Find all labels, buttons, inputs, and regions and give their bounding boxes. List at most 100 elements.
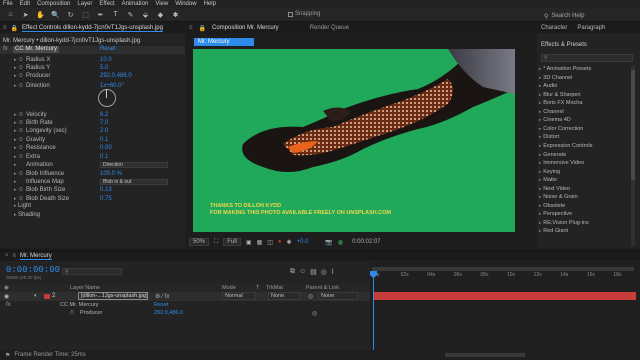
stopwatch-icon[interactable]: ⏱ [19, 154, 23, 160]
effects-category-item[interactable]: ▸ Channel [539, 109, 564, 115]
stopwatch-icon[interactable]: ⏱ [19, 187, 23, 193]
twirl-right-icon[interactable]: ▸ [539, 75, 541, 80]
twirl-right-icon[interactable]: ▸ [539, 228, 541, 233]
selection-tool-icon[interactable]: ➤ [21, 11, 30, 19]
twirl-right-icon[interactable]: ▸ [539, 186, 541, 191]
transparency-grid-icon[interactable]: ▦ [257, 239, 263, 246]
tab-composition[interactable]: Composition Mr. Mercury [212, 25, 279, 31]
prop-value[interactable]: 0.13 [100, 187, 112, 193]
prop-row-longevity-sec[interactable]: ▸ ⏱ Longevity (sec) 2.0 [0, 127, 185, 134]
layer-duration-bar[interactable] [373, 292, 636, 300]
lock-icon[interactable]: 🔒 [11, 25, 18, 32]
twirl-right-icon[interactable]: ▸ [14, 171, 17, 177]
zoom-tool-icon[interactable]: 🔍 [51, 11, 60, 19]
effects-category-item[interactable]: ▸ Color Correction [539, 126, 583, 132]
prop-row-animation[interactable]: ▸ Animation Direction [0, 161, 185, 168]
effects-category-item[interactable]: ▸ Noise & Grain [539, 194, 578, 200]
prop-row-radius-y[interactable]: ▸ ⏱ Radius Y 5.0 [0, 64, 185, 71]
twirl-right-icon[interactable]: ▸ [539, 109, 541, 114]
twirl-right-icon[interactable]: ▸ [14, 137, 17, 143]
column-parent[interactable]: Parent & Link [306, 285, 339, 291]
twirl-right-icon[interactable]: ▸ [14, 179, 17, 185]
snapping-toggle[interactable]: Snapping [288, 11, 320, 17]
effects-search-input[interactable]: ⚲ [541, 54, 633, 62]
twirl-right-icon[interactable]: ▸ [539, 211, 541, 216]
effect-name[interactable]: CC Mr. Mercury [13, 46, 59, 53]
effect-reset-link[interactable]: Reset [100, 46, 116, 52]
effects-category-item[interactable]: ▸ RE:Vision Plug-ins [539, 220, 589, 226]
effects-category-item[interactable]: ▸ 3D Channel [539, 75, 572, 81]
effects-category-item[interactable]: ▸ Red Giant [539, 228, 568, 234]
twirl-right-icon[interactable]: ▸ [14, 212, 17, 218]
layer-row[interactable] [0, 292, 370, 301]
twirl-right-icon[interactable]: ▸ [14, 196, 17, 202]
effects-category-item[interactable]: ▸ Blur & Sharpen [539, 92, 581, 98]
prop-value[interactable]: 292.0,486.0 [100, 73, 132, 79]
timeline-search-input[interactable]: ⚲ [62, 268, 122, 275]
effects-category-item[interactable]: ▸ Boris FX Mocha [539, 100, 582, 106]
pen-tool-icon[interactable]: ✒ [96, 11, 105, 19]
twirl-right-icon[interactable]: ▸ [14, 162, 17, 168]
region-icon[interactable]: ▣ [246, 239, 252, 246]
prop-value[interactable]: 1x+60.0° [100, 83, 124, 89]
prop-row-velocity[interactable]: ▸ ⏱ Velocity 6.2 [0, 111, 185, 118]
prop-row-blob-birth-size[interactable]: ▸ ⏱ Blob Birth Size 0.13 [0, 186, 185, 193]
switches-icons[interactable]: ⚙ ⁄ fx [155, 293, 169, 300]
tab-character[interactable]: Character [541, 25, 567, 31]
prop-row-birth-rate[interactable]: ▸ ⏱ Birth Rate 7.0 [0, 119, 185, 126]
prop-row-blob-death-size[interactable]: ▸ ⏱ Blob Death Size 0.75 [0, 195, 185, 202]
fx-badge[interactable]: fx [3, 46, 8, 52]
type-tool-icon[interactable]: T [111, 11, 120, 18]
twirl-right-icon[interactable]: ▸ [14, 203, 17, 209]
resolution-dropdown[interactable]: Full [223, 238, 241, 246]
effects-category-item[interactable]: ▸ Generate [539, 152, 566, 158]
stopwatch-icon[interactable]: ⏱ [19, 120, 23, 126]
twirl-right-icon[interactable]: ▸ [539, 220, 541, 225]
graph-editor-icon[interactable]: ⌇ [331, 268, 334, 276]
frame-blend-icon[interactable]: ▤ [310, 268, 317, 276]
snapping-checkbox[interactable] [288, 11, 293, 17]
prop-value[interactable]: 7.0 [100, 120, 108, 126]
effects-category-item[interactable]: ▸ Keying [539, 169, 560, 175]
twirl-right-icon[interactable]: ▸ [14, 73, 17, 79]
hand-tool-icon[interactable]: ✋ [36, 11, 45, 19]
stopwatch-icon[interactable]: ⏱ [19, 83, 23, 89]
exposure-icon[interactable]: ✺ [287, 239, 292, 246]
menu-layer[interactable]: Layer [77, 1, 92, 7]
layer-label-color[interactable] [44, 294, 50, 299]
prop-row-influence-map[interactable]: ▸ Influence Map Blob in & out [0, 178, 185, 185]
prop-value[interactable]: 0.1 [100, 154, 108, 160]
twirl-right-icon[interactable]: ▸ [14, 57, 17, 63]
lock-icon[interactable]: 🔒 [199, 25, 206, 32]
menu-composition[interactable]: Composition [37, 1, 70, 7]
playhead-line[interactable] [373, 272, 374, 350]
effects-category-item[interactable]: ▸ Audio [539, 83, 557, 89]
prop-row-radius-x[interactable]: ▸ ⏱ Radius X 10.0 [0, 56, 185, 63]
effects-category-item[interactable]: ▸ Cinema 4D [539, 117, 571, 123]
twirl-right-icon[interactable]: ▸ [539, 160, 541, 165]
group-light[interactable]: ▸ Light [0, 202, 185, 209]
effects-category-item[interactable]: ▸ * Animation Presets [539, 66, 591, 72]
timeline-zoom-slider[interactable] [445, 353, 525, 357]
prop-row-blob-influence[interactable]: ▸ ⏱ Blob Influence 100.0 % [0, 170, 185, 177]
direction-dial[interactable] [98, 89, 116, 107]
twirl-right-icon[interactable]: ▸ [539, 83, 541, 88]
mask-icon[interactable]: ◫ [267, 239, 273, 246]
twirl-right-icon[interactable]: ▸ [539, 66, 541, 71]
menu-effect[interactable]: Effect [99, 1, 114, 7]
column-layer-name[interactable]: Layer Name [70, 285, 100, 291]
prop-dropdown[interactable]: Direction [100, 161, 168, 168]
stopwatch-icon[interactable]: ⏱ [19, 65, 23, 71]
layer-parent-dropdown[interactable]: None [318, 292, 358, 300]
roto-tool-icon[interactable]: ◆ [156, 11, 165, 19]
twirl-down-icon[interactable]: ▾ [34, 293, 37, 299]
motion-blur-icon[interactable]: ◎ [321, 268, 327, 276]
timeline-timecode[interactable]: 0:00:00:00 [6, 265, 60, 275]
twirl-right-icon[interactable]: ▸ [14, 65, 17, 71]
tab-paragraph[interactable]: Paragraph [577, 25, 605, 31]
twirl-right-icon[interactable]: ▸ [14, 83, 17, 89]
prop-value[interactable]: 2.0 [100, 128, 108, 134]
twirl-right-icon[interactable]: ▸ [539, 126, 541, 131]
twirl-right-icon[interactable]: ▸ [14, 112, 17, 118]
work-area-bar[interactable] [372, 267, 634, 271]
